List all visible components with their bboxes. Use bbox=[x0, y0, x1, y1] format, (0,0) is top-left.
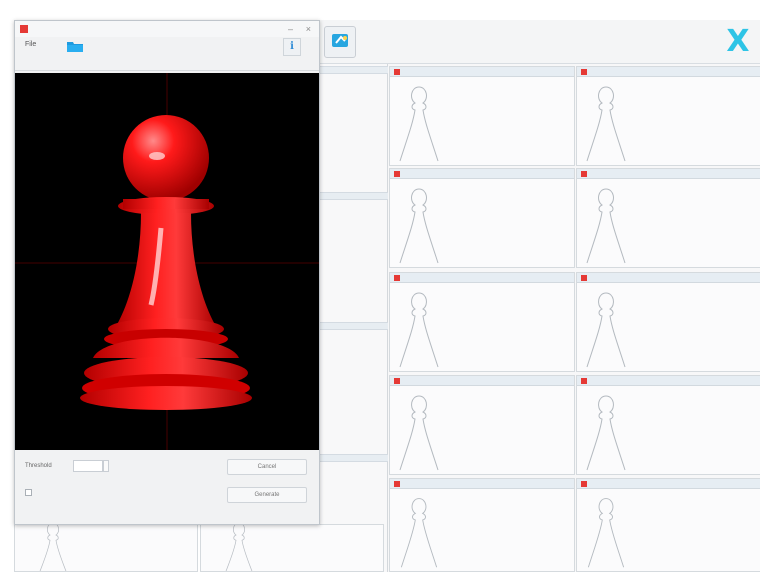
pawn-outline-icon bbox=[399, 292, 439, 368]
thumbnail-card-header bbox=[577, 169, 760, 179]
thumbnail-card[interactable] bbox=[576, 168, 760, 268]
pawn-outline-icon bbox=[586, 395, 626, 471]
thumbnail-card-header bbox=[577, 67, 760, 77]
app-toolbar: X bbox=[318, 20, 760, 64]
pawn-outline-icon bbox=[586, 292, 626, 368]
thumbnail-card-header bbox=[390, 376, 574, 386]
generate-button[interactable]: Generate bbox=[227, 487, 307, 503]
threshold-label: Threshold bbox=[25, 463, 52, 469]
image-icon bbox=[581, 275, 587, 281]
thumbnail-card[interactable] bbox=[576, 272, 760, 372]
thumbnail-card-header bbox=[390, 479, 574, 489]
process-icon bbox=[332, 34, 348, 47]
pawn-outline-icon bbox=[225, 525, 253, 571]
threshold-spinner[interactable] bbox=[103, 460, 109, 472]
thumbnail-card-header bbox=[577, 479, 760, 489]
image-icon bbox=[394, 275, 400, 281]
thumbnail-card[interactable] bbox=[200, 524, 384, 572]
thumbnail-card-header bbox=[390, 273, 574, 283]
dialog-menubar: File i bbox=[15, 37, 319, 59]
image-icon bbox=[394, 378, 400, 384]
grid-strip bbox=[318, 192, 388, 200]
image-icon bbox=[394, 171, 400, 177]
pawn-outline-icon bbox=[399, 395, 439, 471]
close-icon[interactable]: X bbox=[724, 24, 752, 60]
image-icon bbox=[581, 481, 587, 487]
pawn-image bbox=[15, 73, 319, 450]
image-icon bbox=[394, 69, 400, 75]
grid-left-column bbox=[318, 64, 388, 572]
thumbnail-card[interactable] bbox=[14, 524, 198, 572]
grid-strip bbox=[318, 66, 388, 74]
option-checkbox[interactable] bbox=[25, 489, 32, 496]
menu-file[interactable]: File bbox=[25, 41, 36, 48]
thumbnail-card[interactable] bbox=[576, 375, 760, 475]
image-preview[interactable] bbox=[15, 73, 319, 450]
thumbnail-card-header bbox=[577, 376, 760, 386]
image-icon bbox=[394, 481, 400, 487]
pawn-outline-icon bbox=[586, 188, 626, 264]
pawn-outline-icon bbox=[399, 188, 439, 264]
thumbnail-card-header bbox=[577, 273, 760, 283]
threshold-input[interactable] bbox=[73, 460, 103, 472]
pawn-outline-icon bbox=[399, 86, 439, 162]
image-icon bbox=[581, 171, 587, 177]
minimize-icon[interactable]: – bbox=[288, 21, 293, 37]
thumbnail-card[interactable] bbox=[389, 168, 575, 268]
folder-icon[interactable] bbox=[67, 40, 83, 52]
thumbnail-card[interactable] bbox=[389, 478, 575, 572]
thumbnail-card[interactable] bbox=[576, 66, 760, 166]
pawn-outline-icon bbox=[39, 525, 67, 571]
thumbnail-card[interactable] bbox=[389, 272, 575, 372]
image-dialog: – × File i Threshold Cancel Generate bbox=[14, 20, 320, 525]
pawn-outline-icon bbox=[587, 498, 625, 568]
file-path bbox=[15, 59, 319, 71]
grid-strip bbox=[318, 454, 388, 462]
thumbnail-card[interactable] bbox=[389, 375, 575, 475]
grid-strip bbox=[318, 322, 388, 330]
process-button[interactable] bbox=[324, 26, 356, 58]
pawn-outline-icon bbox=[586, 86, 626, 162]
thumbnail-card[interactable] bbox=[389, 66, 575, 166]
app-logo-icon bbox=[20, 25, 28, 33]
cancel-button[interactable]: Cancel bbox=[227, 459, 307, 475]
dialog-titlebar[interactable]: – × bbox=[15, 21, 319, 37]
image-icon bbox=[581, 378, 587, 384]
info-icon[interactable]: i bbox=[283, 38, 301, 56]
thumbnail-card[interactable] bbox=[576, 478, 760, 572]
image-icon bbox=[581, 69, 587, 75]
thumbnail-card-header bbox=[390, 67, 574, 77]
dialog-controls: Threshold Cancel Generate bbox=[15, 451, 319, 524]
pawn-outline-icon bbox=[400, 498, 438, 568]
thumbnail-card-header bbox=[390, 169, 574, 179]
dialog-close-icon[interactable]: × bbox=[306, 21, 311, 37]
